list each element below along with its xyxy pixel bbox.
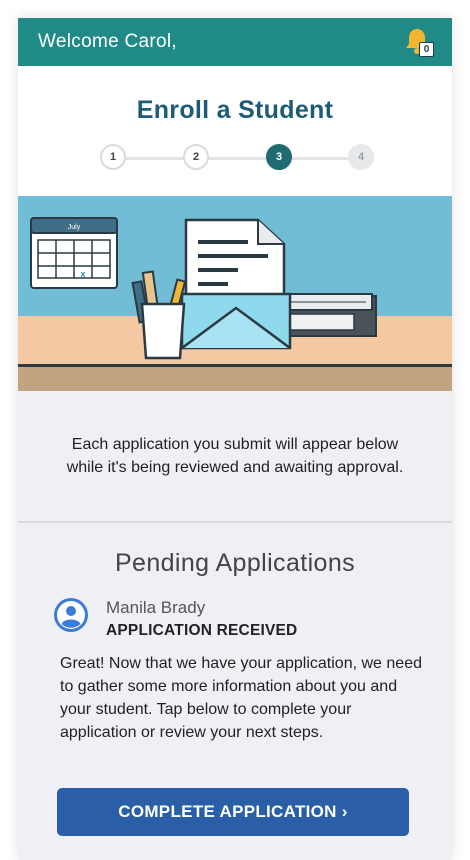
application-message: Great! Now that we have your application… (60, 655, 422, 741)
enroll-header: Enroll a Student 1 2 3 4 (18, 66, 452, 196)
app-screen: Welcome Carol, 0 Enroll a Student 1 2 3 … (18, 18, 452, 860)
progress-stepper: 1 2 3 4 (96, 144, 374, 174)
step-2: 2 (183, 144, 209, 170)
desk-illustration: July x (18, 217, 452, 391)
avatar-icon (54, 598, 88, 632)
calendar-mark: x (80, 269, 85, 279)
envelope-icon (180, 292, 292, 350)
calendar-icon: July x (30, 217, 118, 289)
notifications-button[interactable]: 0 (404, 27, 434, 57)
welcome-message: Welcome Carol, (38, 31, 177, 52)
step-1: 1 (100, 144, 126, 170)
complete-application-button[interactable]: COMPLETE APPLICATION › (57, 788, 409, 836)
paper-tray-icon (279, 293, 377, 337)
info-section: Each application you submit will appear … (18, 391, 452, 523)
top-bar: Welcome Carol, 0 (18, 18, 452, 66)
notification-count-badge: 0 (419, 42, 434, 57)
pending-section: Pending Applications Manila Brady APPLIC… (18, 549, 452, 744)
info-text: Each application you submit will appear … (66, 436, 404, 476)
step-3: 3 (266, 144, 292, 170)
application-status: APPLICATION RECEIVED (106, 622, 298, 639)
hero-illustration: July x (18, 196, 452, 391)
applicant-name: Manila Brady (106, 598, 206, 617)
step-4: 4 (348, 144, 374, 170)
pending-title: Pending Applications (114, 549, 356, 577)
page-title: Enroll a Student (136, 96, 334, 124)
stepper-track (116, 157, 356, 160)
application-item: Manila Brady APPLICATION RECEIVED (54, 596, 452, 646)
calendar-month: July (68, 224, 81, 231)
